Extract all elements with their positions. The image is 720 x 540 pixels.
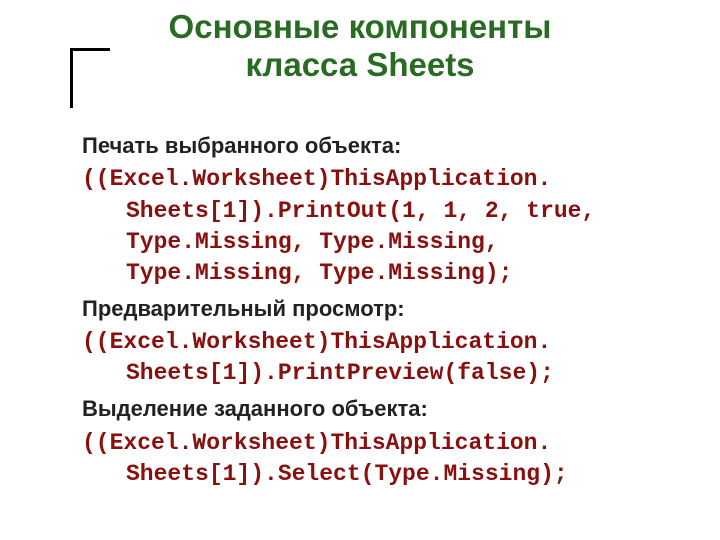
code-block: ((Excel.Worksheet)ThisApplication. Sheet…: [82, 428, 660, 490]
section-label: Предварительный просмотр:: [82, 295, 660, 324]
slide-title: Основные компоненты класса Sheets: [40, 8, 680, 84]
title-line-2: класса Sheets: [245, 46, 474, 83]
code-block: ((Excel.Worksheet)ThisApplication. Sheet…: [82, 327, 660, 389]
section-label: Выделение заданного объекта:: [82, 395, 660, 424]
code-block: ((Excel.Worksheet)ThisApplication. Sheet…: [82, 164, 660, 288]
section-label: Печать выбранного объекта:: [82, 132, 660, 161]
title-line-1: Основные компоненты: [169, 8, 552, 45]
slide-body: Печать выбранного объекта: ((Excel.Works…: [0, 102, 720, 490]
title-area: Основные компоненты класса Sheets: [0, 0, 720, 102]
slide: Основные компоненты класса Sheets Печать…: [0, 0, 720, 540]
